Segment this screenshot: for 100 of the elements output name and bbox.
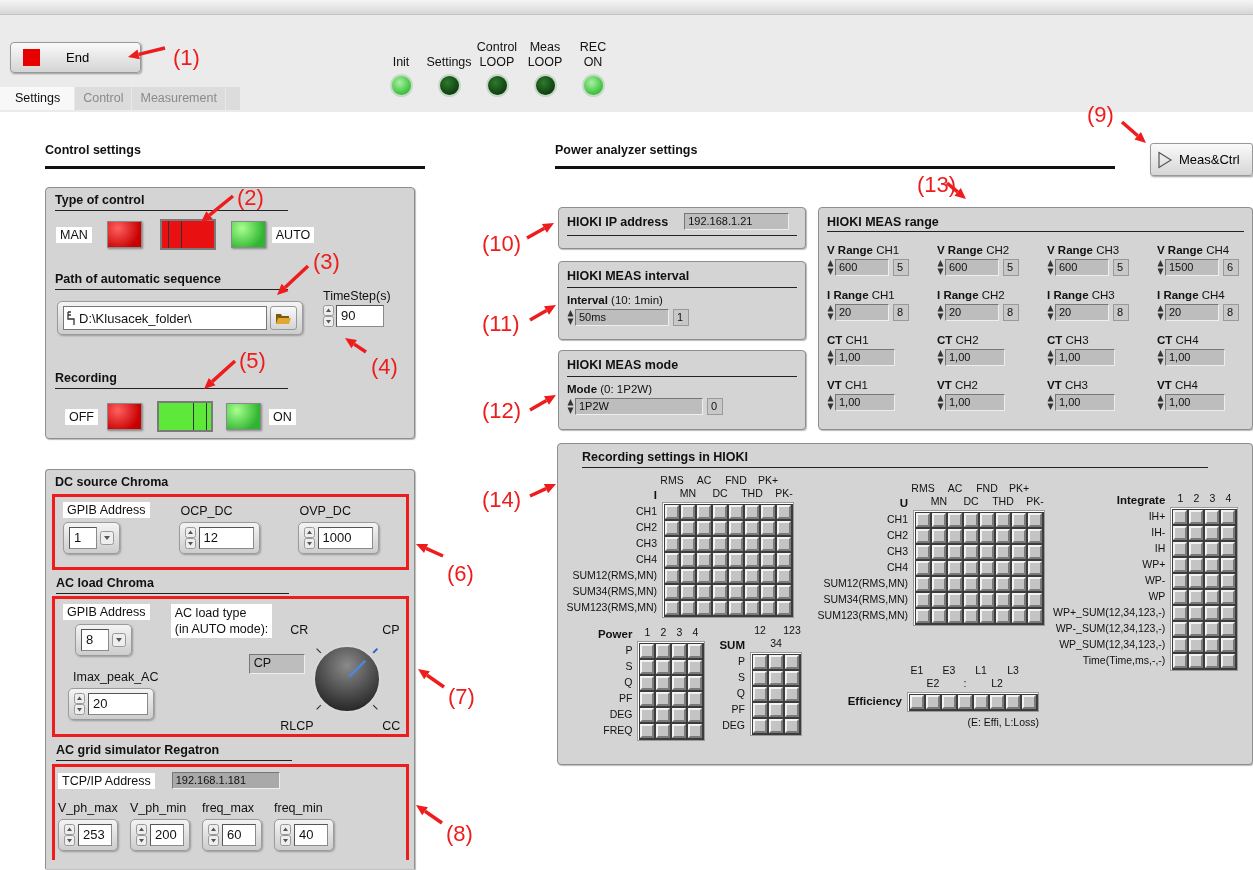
- checkbox[interactable]: [980, 545, 994, 559]
- checkbox[interactable]: [926, 695, 940, 709]
- checkbox[interactable]: [910, 695, 924, 709]
- checkbox[interactable]: [753, 719, 767, 733]
- spin-arrows-icon[interactable]: [280, 824, 291, 846]
- checkbox[interactable]: [777, 505, 791, 519]
- checkbox[interactable]: [753, 687, 767, 701]
- checkbox[interactable]: [656, 692, 671, 706]
- spin-arrows-icon[interactable]: [827, 349, 834, 366]
- checkbox[interactable]: [640, 660, 655, 674]
- checkbox[interactable]: [688, 660, 703, 674]
- spin-arrows-icon[interactable]: [827, 394, 834, 411]
- checkbox[interactable]: [996, 577, 1010, 591]
- checkbox[interactable]: [1028, 609, 1042, 623]
- checkbox[interactable]: [1012, 577, 1026, 591]
- checkbox[interactable]: [745, 601, 759, 615]
- spin-arrows-icon[interactable]: [827, 304, 834, 321]
- value-field[interactable]: 20: [1165, 304, 1219, 321]
- checkbox[interactable]: [1189, 558, 1204, 572]
- checkbox[interactable]: [948, 561, 962, 575]
- checkbox[interactable]: [1205, 542, 1220, 556]
- checkbox[interactable]: [980, 513, 994, 527]
- checkbox[interactable]: [672, 708, 687, 722]
- checkbox[interactable]: [964, 529, 978, 543]
- checkbox[interactable]: [640, 676, 655, 690]
- checkbox[interactable]: [1173, 590, 1188, 604]
- spin-arrows-icon[interactable]: [937, 394, 944, 411]
- checkbox[interactable]: [948, 577, 962, 591]
- checkbox[interactable]: [1221, 622, 1236, 636]
- checkbox[interactable]: [916, 529, 930, 543]
- spin-arrows-icon[interactable]: [827, 259, 834, 276]
- checkbox[interactable]: [1189, 590, 1204, 604]
- checkbox[interactable]: [1221, 654, 1236, 668]
- checkbox[interactable]: [665, 585, 679, 599]
- checkbox[interactable]: [753, 703, 767, 717]
- checkbox[interactable]: [713, 601, 727, 615]
- spin-arrows-icon[interactable]: [74, 693, 85, 715]
- checkbox[interactable]: [1012, 529, 1026, 543]
- checkbox[interactable]: [785, 655, 799, 669]
- checkbox[interactable]: [761, 569, 775, 583]
- spin-arrows-icon[interactable]: [1047, 304, 1054, 321]
- checkbox[interactable]: [1173, 558, 1188, 572]
- checkbox[interactable]: [932, 545, 946, 559]
- checkbox[interactable]: [656, 644, 671, 658]
- checkbox[interactable]: [729, 521, 743, 535]
- checkbox[interactable]: [665, 569, 679, 583]
- checkbox[interactable]: [665, 505, 679, 519]
- checkbox[interactable]: [640, 692, 655, 706]
- checkbox[interactable]: [980, 529, 994, 543]
- checkbox[interactable]: [681, 553, 695, 567]
- value-field[interactable]: 20: [945, 304, 999, 321]
- value-field[interactable]: 600: [1055, 259, 1109, 276]
- checkbox[interactable]: [1173, 542, 1188, 556]
- checkbox[interactable]: [713, 585, 727, 599]
- checkbox[interactable]: [1205, 574, 1220, 588]
- checkbox[interactable]: [777, 521, 791, 535]
- checkbox[interactable]: [1028, 545, 1042, 559]
- spin-arrows-icon[interactable]: [1157, 304, 1164, 321]
- checkbox[interactable]: [1173, 654, 1188, 668]
- address-field[interactable]: 192.168.1.21: [684, 213, 790, 230]
- checkbox[interactable]: [745, 537, 759, 551]
- checkbox[interactable]: [964, 545, 978, 559]
- checkbox[interactable]: [1012, 561, 1026, 575]
- checkbox[interactable]: [1012, 545, 1026, 559]
- checkbox[interactable]: [1221, 526, 1236, 540]
- checkbox[interactable]: [697, 585, 711, 599]
- checkbox[interactable]: [996, 545, 1010, 559]
- toggle-switch[interactable]: [157, 401, 213, 432]
- checkbox[interactable]: [769, 671, 783, 685]
- checkbox[interactable]: [697, 537, 711, 551]
- checkbox[interactable]: [688, 644, 703, 658]
- checkbox[interactable]: [1221, 638, 1236, 652]
- numeric-field[interactable]: 40: [274, 819, 334, 851]
- checkbox[interactable]: [1189, 574, 1204, 588]
- checkbox[interactable]: [729, 601, 743, 615]
- checkbox[interactable]: [713, 553, 727, 567]
- value-field[interactable]: 1,00: [945, 394, 1005, 411]
- spin-arrows-icon[interactable]: [1157, 394, 1164, 411]
- checkbox[interactable]: [777, 553, 791, 567]
- value-field[interactable]: 20: [1055, 304, 1109, 321]
- checkbox[interactable]: [1173, 510, 1188, 524]
- path-field[interactable]: D:\Klusacek_folder\: [57, 301, 303, 335]
- checkbox[interactable]: [964, 577, 978, 591]
- numeric-field[interactable]: 1000: [297, 522, 379, 554]
- spin-arrows-icon[interactable]: [323, 305, 334, 327]
- checkbox[interactable]: [697, 601, 711, 615]
- checkbox[interactable]: [769, 687, 783, 701]
- checkbox[interactable]: [769, 719, 783, 733]
- spin-arrows-icon[interactable]: [567, 309, 574, 326]
- value-field[interactable]: 600: [835, 259, 889, 276]
- checkbox[interactable]: [729, 569, 743, 583]
- checkbox[interactable]: [932, 513, 946, 527]
- checkbox[interactable]: [761, 537, 775, 551]
- checkbox[interactable]: [1012, 593, 1026, 607]
- value-field[interactable]: 600: [945, 259, 999, 276]
- checkbox[interactable]: [761, 585, 775, 599]
- checkbox[interactable]: [1173, 638, 1188, 652]
- checkbox[interactable]: [761, 521, 775, 535]
- checkbox[interactable]: [996, 561, 1010, 575]
- checkbox[interactable]: [1205, 654, 1220, 668]
